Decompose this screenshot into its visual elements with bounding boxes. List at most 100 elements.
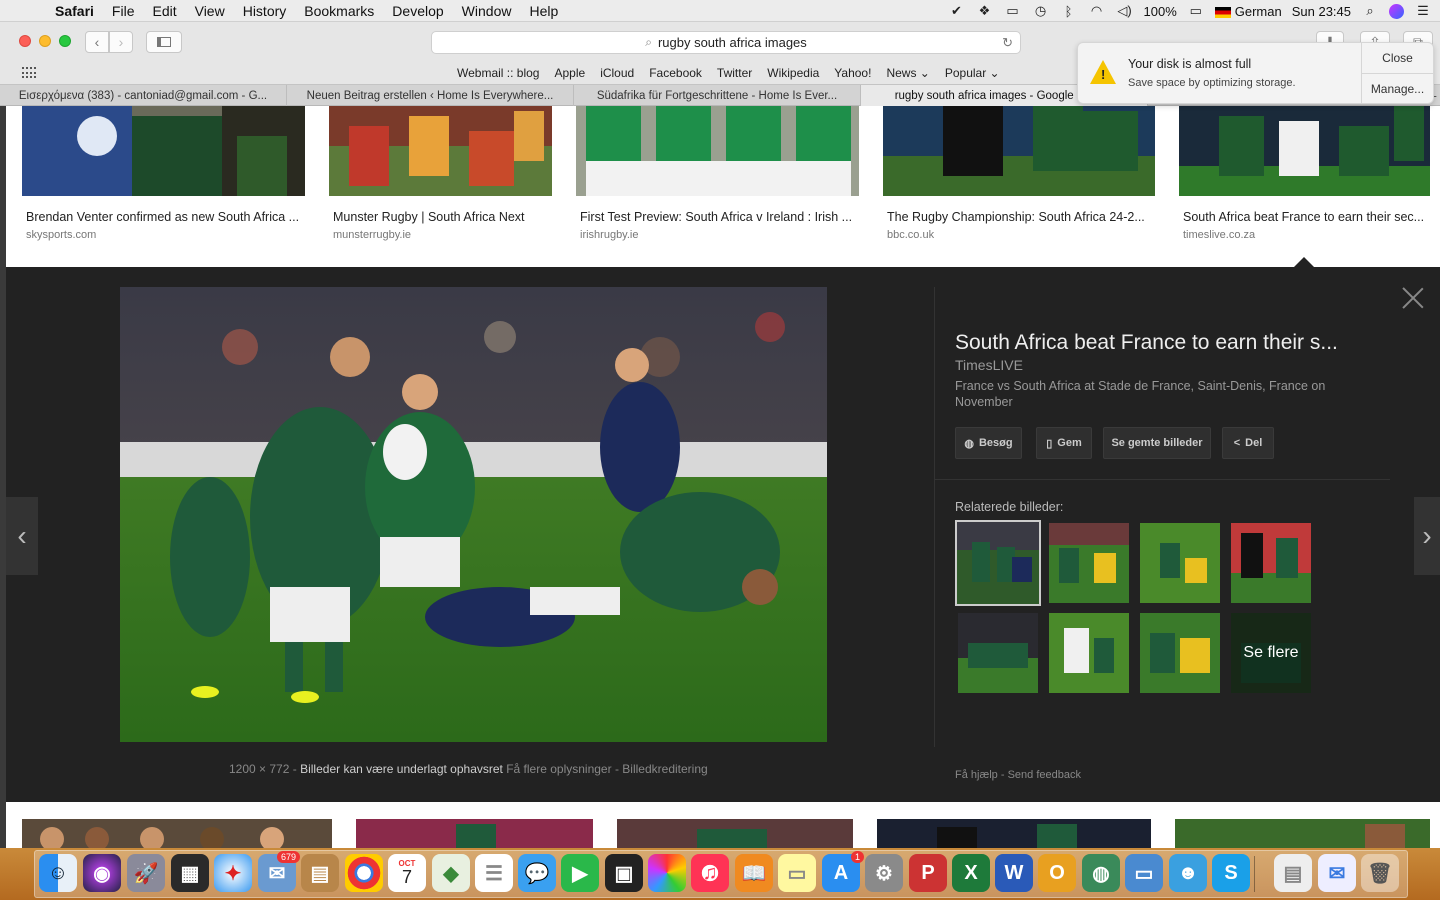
skype-icon[interactable]: S (1212, 854, 1250, 892)
photos-app-icon[interactable]: ✉ 679 (258, 851, 300, 892)
feedback-link[interactable]: Send feedback (1008, 769, 1081, 781)
result-image[interactable] (617, 819, 853, 848)
result-thumbnail-selected[interactable]: South Africa beat France to earn their s… (1179, 106, 1430, 241)
result-title[interactable]: First Test Preview: South Africa v Irela… (580, 210, 852, 224)
result-image[interactable] (356, 819, 593, 848)
result-image[interactable] (1175, 819, 1430, 848)
spotlight-icon[interactable]: ⌕ (1361, 3, 1379, 19)
onenote-icon[interactable]: O (1038, 854, 1076, 892)
help-link[interactable]: Få hjælp (955, 769, 998, 781)
chrome-icon[interactable] (345, 854, 383, 892)
notes-icon[interactable]: ▭ (778, 854, 816, 892)
notification-close-button[interactable]: Close (1362, 43, 1433, 73)
more-info-link[interactable]: Få flere oplysninger (506, 762, 611, 776)
trash-icon[interactable]: 🗑 (1361, 854, 1399, 892)
forward-button[interactable]: › (109, 31, 133, 53)
safari-icon[interactable]: ✦ (214, 854, 252, 892)
network-icon[interactable]: ◍ (1082, 854, 1120, 892)
result-image[interactable] (329, 106, 552, 196)
itunes-icon[interactable]: ♫ (691, 854, 729, 892)
related-image[interactable] (1049, 523, 1129, 603)
close-preview-icon[interactable] (1402, 287, 1424, 309)
related-image[interactable] (1140, 523, 1220, 603)
siri-app-icon[interactable]: ◉ (83, 854, 121, 892)
powerpoint-icon[interactable]: P (909, 854, 947, 892)
time-machine-icon[interactable]: ◷ (1032, 3, 1050, 19)
app-store-icon[interactable]: A1 (822, 851, 864, 892)
facetime-icon[interactable]: ▶ (561, 854, 599, 892)
finder-icon[interactable]: ☺ (39, 854, 77, 892)
menu-bookmarks[interactable]: Bookmarks (295, 3, 383, 19)
result-image[interactable] (22, 819, 332, 848)
siri-icon[interactable] (1389, 3, 1404, 19)
window-close-icon[interactable] (19, 35, 31, 47)
menu-history[interactable]: History (234, 3, 296, 19)
word-icon[interactable]: W (995, 854, 1033, 892)
window-zoom-icon[interactable] (59, 35, 71, 47)
result-image[interactable] (576, 106, 859, 196)
battery-percent[interactable]: 100% (1144, 4, 1177, 19)
menu-help[interactable]: Help (520, 3, 567, 19)
reminders-icon[interactable]: ☰ (475, 854, 513, 892)
back-button[interactable]: ‹ (85, 31, 109, 53)
tab-new-post[interactable]: Neuen Beitrag erstellen ‹ Home Is Everyw… (287, 85, 574, 106)
menu-edit[interactable]: Edit (143, 3, 185, 19)
excel-icon[interactable]: X (952, 854, 990, 892)
visit-button[interactable]: ◍ Besøg (955, 427, 1022, 459)
clock[interactable]: Sun 23:45 (1292, 4, 1351, 19)
address-bar[interactable]: ⌕ rugby south africa images ↻ (431, 31, 1021, 54)
reload-icon[interactable]: ↻ (1002, 35, 1013, 51)
photos-icon[interactable] (648, 854, 686, 892)
favorite-webmail[interactable]: Webmail :: blog (457, 66, 539, 80)
related-image[interactable] (1231, 523, 1311, 603)
top-sites-grid-icon[interactable] (22, 67, 36, 79)
related-image[interactable] (1049, 613, 1129, 693)
maps-icon[interactable]: ◆ (432, 854, 470, 892)
wifi-icon[interactable]: ◠ (1088, 3, 1106, 19)
result-title[interactable]: The Rugby Championship: South Africa 24-… (887, 210, 1145, 224)
people-icon[interactable]: ☻ (1169, 854, 1207, 892)
favorite-icloud[interactable]: iCloud (600, 66, 634, 80)
calendar-icon[interactable]: OCT 7 (388, 854, 426, 892)
sidebar-button[interactable] (146, 31, 182, 53)
bluetooth-icon[interactable]: ᛒ (1060, 3, 1078, 19)
result-title[interactable]: Munster Rugby | South Africa Next (333, 210, 525, 224)
contacts-icon[interactable]: ▤ (301, 854, 339, 892)
result-image[interactable] (1179, 106, 1430, 196)
ibooks-icon[interactable]: 📖 (735, 854, 773, 892)
system-preferences-icon[interactable]: ⚙ (865, 854, 903, 892)
battery-icon[interactable]: ▭ (1187, 3, 1205, 19)
preview-source[interactable]: TimesLIVE (955, 357, 1023, 373)
previous-image-button[interactable]: ‹ (6, 497, 38, 575)
favorite-news-menu[interactable]: News ⌄ (886, 66, 929, 80)
preview-main-image[interactable] (120, 287, 827, 742)
favorite-facebook[interactable]: Facebook (649, 66, 702, 80)
result-image[interactable] (883, 106, 1155, 196)
related-image[interactable] (958, 613, 1038, 693)
menu-view[interactable]: View (186, 3, 234, 19)
tab-gmail[interactable]: Εισερχόμενα (383) - cantoniad@gmail.com … (0, 85, 287, 106)
window-minimize-icon[interactable] (39, 35, 51, 47)
favorite-yahoo[interactable]: Yahoo! (834, 66, 871, 80)
image-credit-link[interactable]: Billedkreditering (622, 762, 707, 776)
result-thumbnail[interactable]: The Rugby Championship: South Africa 24-… (883, 106, 1155, 241)
preview-title[interactable]: South Africa beat France to earn their s… (955, 331, 1338, 355)
result-title[interactable]: South Africa beat France to earn their s… (1183, 210, 1424, 224)
launchpad-icon[interactable]: 🚀 (127, 854, 165, 892)
favorite-popular-menu[interactable]: Popular ⌄ (945, 66, 1000, 80)
menu-app-safari[interactable]: Safari (46, 3, 103, 19)
mission-control-icon[interactable]: ▦ (171, 854, 209, 892)
result-thumbnail[interactable]: Munster Rugby | South Africa Next munste… (329, 106, 552, 241)
checkmark-status-icon[interactable]: ✔ (948, 3, 966, 19)
input-source[interactable]: German (1214, 4, 1282, 19)
related-image[interactable] (955, 520, 1041, 606)
menu-window[interactable]: Window (453, 3, 521, 19)
messages-icon[interactable]: 💬 (518, 854, 556, 892)
menu-develop[interactable]: Develop (383, 3, 452, 19)
menu-file[interactable]: File (103, 3, 144, 19)
airplay-icon[interactable]: ▭ (1004, 3, 1022, 19)
result-title[interactable]: Brendan Venter confirmed as new South Af… (26, 210, 299, 224)
volume-icon[interactable]: ◁) (1116, 3, 1134, 19)
next-image-button[interactable]: › (1414, 497, 1440, 575)
photo-booth-icon[interactable]: ▣ (605, 854, 643, 892)
